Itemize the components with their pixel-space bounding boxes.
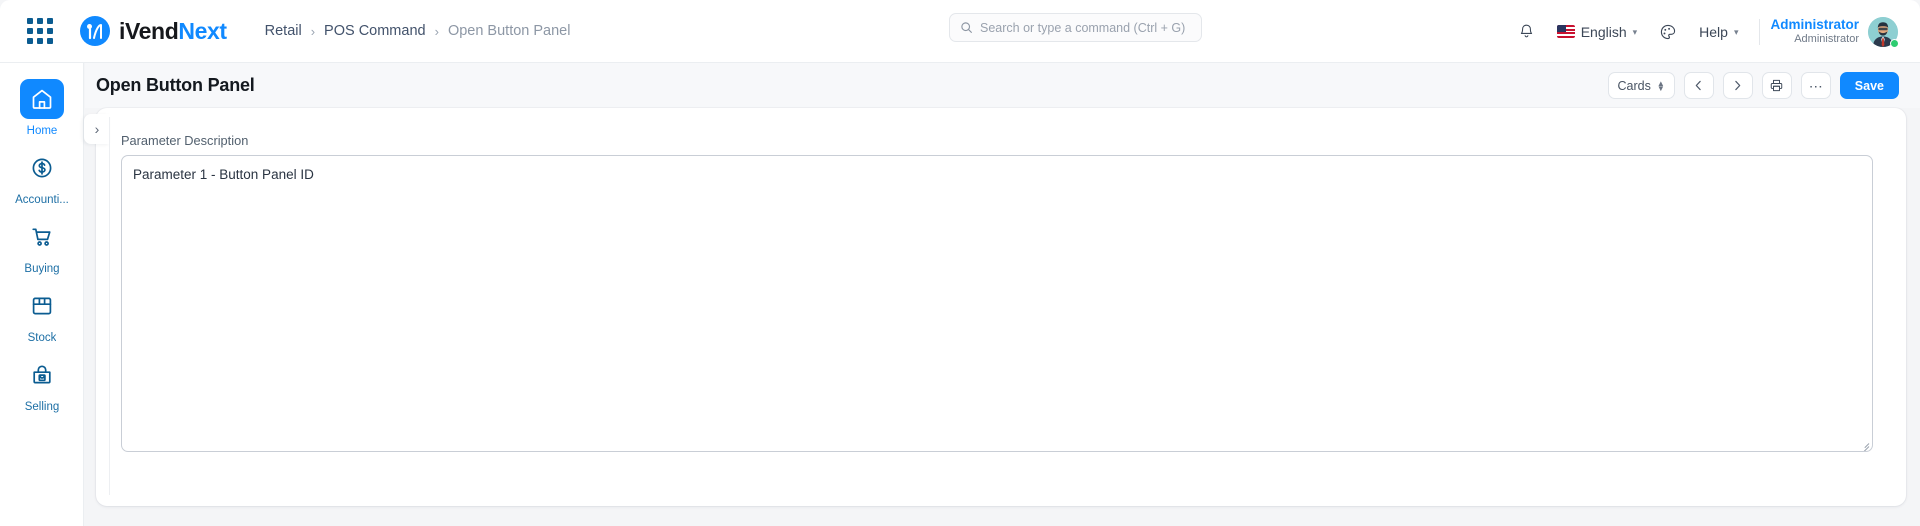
dollar-circle-icon [20, 148, 64, 188]
box-icon [20, 286, 64, 326]
brand-logo-link[interactable]: iVendNext [80, 16, 227, 46]
help-menu[interactable]: Help ▾ [1688, 0, 1749, 63]
stepper-icon: ▲ ▼ [1656, 78, 1665, 93]
bell-icon [1520, 24, 1532, 38]
parameter-description-label: Parameter Description [121, 133, 249, 148]
sidebar-item-label: Home [26, 125, 58, 137]
search-input[interactable]: Search or type a command (Ctrl + G) [949, 13, 1202, 42]
navbar-divider [1759, 18, 1761, 45]
user-name: Administrator [1770, 16, 1859, 32]
ellipsis-icon: ⋯ [1808, 77, 1823, 94]
chevron-down-icon: ▾ [1733, 26, 1739, 37]
view-selector-cards[interactable]: Cards ▲ ▼ [1607, 72, 1675, 99]
notifications-button[interactable] [1507, 0, 1546, 63]
more-options-button[interactable]: ⋯ [1800, 72, 1831, 99]
search-icon [961, 22, 972, 33]
save-button-label: Save [1854, 78, 1884, 93]
page-header: Open Button Panel Cards ▲ ▼ ⋯ Save [85, 63, 1920, 108]
grid-apps-icon[interactable] [26, 17, 54, 45]
breadcrumb-separator-icon: › [310, 23, 316, 39]
sidebar: Home Accounti... Buying Stock Selling [0, 63, 84, 526]
brand-name-secondary: Next [178, 17, 227, 44]
sidebar-collapse-toggle[interactable]: › [84, 114, 110, 144]
sidebar-item-label: Selling [24, 401, 60, 413]
sidebar-item-stock[interactable]: Stock [0, 282, 84, 351]
chevron-down-icon: ▾ [1632, 26, 1638, 37]
printer-icon [1771, 79, 1783, 92]
palette-icon [1661, 24, 1676, 39]
next-button[interactable] [1722, 72, 1753, 99]
brand-name-primary: iVend [119, 17, 179, 44]
sidebar-item-label: Buying [24, 263, 60, 275]
navbar-right-group: English ▾ Help ▾ Administrator Administr… [1507, 0, 1904, 63]
parameter-description-value: Parameter 1 - Button Panel ID [133, 167, 314, 182]
user-names: Administrator Administrator [1770, 17, 1859, 47]
user-menu[interactable]: Administrator Administrator [1770, 16, 1904, 48]
sidebar-item-label: Accounti... [15, 194, 69, 206]
print-button[interactable] [1761, 72, 1792, 99]
resize-handle-icon[interactable] [1858, 437, 1870, 451]
chevron-right-icon [1735, 80, 1741, 91]
breadcrumb-item-open-button-panel: Open Button Panel [447, 23, 571, 39]
ivendnext-logo-icon [80, 16, 110, 46]
sidebar-item-label: Stock [27, 332, 57, 344]
breadcrumb-separator-icon: › [434, 23, 439, 39]
app-root: iVendNext Retail › POS Command › Open Bu… [0, 0, 1920, 526]
save-button[interactable]: Save [1839, 72, 1899, 99]
top-navbar: iVendNext Retail › POS Command › Open Bu… [0, 0, 1920, 63]
language-selector[interactable]: English ▾ [1546, 0, 1648, 63]
sidebar-item-home[interactable]: Home [0, 75, 84, 144]
shopping-bag-check-icon [20, 355, 64, 395]
chevron-right-icon: › [94, 121, 100, 137]
sidebar-item-selling[interactable]: Selling [0, 351, 84, 420]
breadcrumb-item-retail[interactable]: Retail [265, 23, 302, 39]
language-label: English [1580, 23, 1627, 40]
chevron-left-icon [1695, 80, 1702, 91]
page-title: Open Button Panel [96, 75, 255, 95]
parameter-description-textarea[interactable]: Parameter 1 - Button Panel ID [121, 155, 1873, 452]
prev-button[interactable] [1683, 72, 1714, 99]
brand-name: iVendNext [119, 18, 227, 45]
page-toolbar: Cards ▲ ▼ ⋯ Save [1607, 72, 1899, 99]
us-flag-icon [1556, 25, 1575, 38]
sidebar-item-accounting[interactable]: Accounti... [0, 144, 84, 213]
view-selector-label: Cards [1617, 78, 1651, 93]
home-icon [20, 79, 64, 119]
user-role: Administrator [1794, 33, 1859, 46]
help-label: Help [1699, 23, 1728, 40]
avatar[interactable] [1868, 16, 1899, 48]
sidebar-item-buying[interactable]: Buying [0, 213, 84, 282]
online-status-indicator [1890, 38, 1899, 48]
breadcrumb: Retail › POS Command › Open Button Panel [265, 23, 571, 39]
search-placeholder: Search or type a command (Ctrl + G) [980, 20, 1186, 35]
theme-button[interactable] [1648, 0, 1688, 63]
form-section: Parameter Description Parameter 1 - Butt… [109, 117, 1893, 495]
breadcrumb-item-pos-command[interactable]: POS Command [324, 23, 426, 39]
form-card: › Parameter Description Parameter 1 - Bu… [84, 108, 1906, 506]
shopping-cart-icon [20, 217, 64, 257]
